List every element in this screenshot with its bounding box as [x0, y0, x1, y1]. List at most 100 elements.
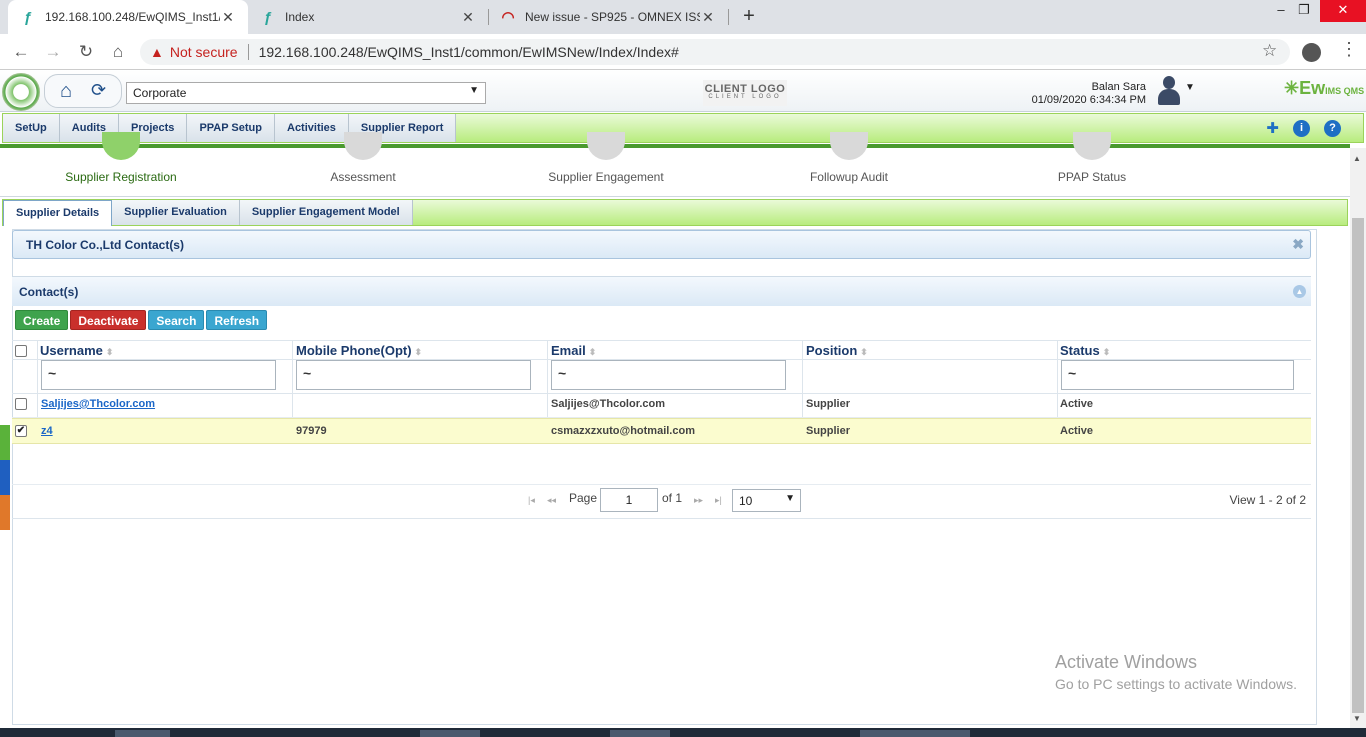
username-filter-input[interactable]: ~ [41, 360, 276, 390]
phone-cell: 97979 [296, 425, 327, 437]
close-icon[interactable]: ✕ [220, 9, 236, 26]
app-header: ⌂ ⟳ Corporate ▼ CLIENT LOGO CLIENT LOGO … [0, 70, 1366, 112]
refresh-icon[interactable]: ⟳ [91, 80, 106, 101]
table-row[interactable]: Saljijes@Thcolor.com Saljijes@Thcolor.co… [12, 392, 1311, 418]
step-icon-assessment[interactable] [344, 132, 382, 160]
row-checkbox[interactable] [15, 398, 27, 410]
step-icon-followup-audit[interactable] [830, 132, 868, 160]
email-cell: Saljijes@Thcolor.com [551, 398, 666, 410]
close-icon[interactable]: ✖ [1292, 236, 1304, 253]
first-page-icon[interactable]: |◂ [528, 495, 535, 506]
home-icon[interactable]: ⌂ [107, 41, 129, 63]
profile-icon[interactable] [1302, 43, 1321, 62]
column-header-email[interactable]: Email ⬍ [551, 343, 596, 358]
avatar[interactable] [1155, 76, 1183, 106]
rows-per-page-select[interactable]: 10 ▼ [732, 489, 801, 512]
tab-supplier-details[interactable]: Supplier Details [3, 200, 113, 226]
vertical-scrollbar[interactable]: ▲ ▼ [1350, 148, 1366, 728]
taskbar-item[interactable] [115, 730, 170, 737]
contacts-title: Contact(s) [19, 285, 79, 299]
taskbar-item[interactable] [420, 730, 480, 737]
url-field[interactable]: ▲ Not secure 192.168.100.248/EwQIMS_Inst… [140, 39, 1290, 65]
scrollbar-thumb[interactable] [1352, 218, 1364, 713]
close-icon[interactable]: ✕ [700, 9, 716, 26]
scroll-up-icon[interactable]: ▲ [1353, 154, 1361, 163]
caret-down-icon[interactable]: ▼ [1185, 82, 1195, 93]
info-icon[interactable]: i [1293, 120, 1310, 137]
step-supplier-registration[interactable]: Supplier Registration [21, 170, 221, 184]
menu-item-activities[interactable]: Activities [275, 114, 349, 142]
url-text: 192.168.100.248/EwQIMS_Inst1/common/EwIM… [258, 44, 679, 60]
activation-watermark-title: Activate Windows [1055, 652, 1198, 672]
browser-tab-2[interactable]: ƒ Index ✕ [248, 0, 488, 34]
close-icon[interactable]: ✕ [460, 9, 476, 26]
tab-separator [728, 9, 729, 25]
security-label[interactable]: Not secure [170, 44, 238, 60]
step-icon-ppap-status[interactable] [1073, 132, 1111, 160]
deactivate-button[interactable]: Deactivate [70, 310, 147, 330]
last-page-icon[interactable]: ▸| [715, 495, 722, 506]
browser-tab-3[interactable]: ◠ New issue - SP925 - OMNEX ISSU ✕ [488, 0, 728, 34]
status-filter-input[interactable]: ~ [1061, 360, 1294, 390]
tab-title: Index [285, 10, 315, 24]
sub-tabs: Supplier Details Supplier Evaluation Sup… [2, 199, 1348, 226]
back-icon[interactable]: ← [10, 41, 32, 63]
column-header-status[interactable]: Status ⬍ [1060, 343, 1110, 358]
next-page-icon[interactable]: ▸▸ [694, 495, 703, 506]
warning-icon: ▲ [150, 44, 164, 60]
menu-tools: ✚ i ? [1266, 120, 1341, 137]
client-logo: CLIENT LOGO CLIENT LOGO [703, 80, 787, 106]
column-label: Mobile Phone(Opt) [296, 343, 412, 358]
menu-kebab-icon[interactable]: ⋮ [1340, 39, 1358, 60]
menu-item-setup[interactable]: SetUp [3, 114, 60, 142]
step-ppap-status[interactable]: PPAP Status [992, 170, 1192, 184]
steps-divider [0, 196, 1350, 197]
page-number-input[interactable]: 1 [600, 488, 658, 512]
tab-title: New issue - SP925 - OMNEX ISSU [525, 10, 700, 24]
column-header-username[interactable]: Username ⬍ [40, 343, 113, 358]
username-link[interactable]: z4 [41, 425, 53, 437]
phone-filter-input[interactable]: ~ [296, 360, 531, 390]
home-icon[interactable]: ⌂ [60, 80, 72, 103]
username-link[interactable]: Saljijes@Thcolor.com [41, 398, 155, 410]
forward-icon[interactable]: → [42, 41, 64, 63]
help-icon[interactable]: ? [1324, 120, 1341, 137]
column-header-position[interactable]: Position ⬍ [806, 343, 868, 358]
tab-supplier-engagement-model[interactable]: Supplier Engagement Model [239, 200, 413, 225]
organization-select[interactable]: Corporate ▼ [126, 82, 486, 104]
menu-underline [0, 144, 1350, 148]
taskbar-item[interactable] [860, 730, 970, 737]
page-label: Page [569, 491, 598, 505]
email-filter-input[interactable]: ~ [551, 360, 786, 390]
tab-supplier-evaluation[interactable]: Supplier Evaluation [112, 200, 240, 225]
select-all-checkbox[interactable] [15, 345, 27, 357]
taskbar-item[interactable] [610, 730, 670, 737]
main-menu: SetUp Audits Projects PPAP Setup Activit… [2, 113, 1364, 143]
pin-icon[interactable]: ✚ [1266, 120, 1279, 137]
collapse-icon[interactable]: ▲ [1293, 285, 1306, 298]
filter-row: ~ ~ ~ ~ [12, 360, 1311, 394]
search-button[interactable]: Search [148, 310, 205, 330]
new-tab-button[interactable]: + [738, 5, 760, 27]
create-button[interactable]: Create [15, 310, 69, 330]
step-followup-audit[interactable]: Followup Audit [749, 170, 949, 184]
close-window-icon[interactable]: ✕ [1320, 0, 1366, 22]
row-checkbox-checked[interactable]: ✔ [15, 425, 27, 437]
prev-page-icon[interactable]: ◂◂ [547, 495, 556, 506]
app-logo-icon[interactable] [2, 73, 40, 111]
table-row[interactable]: ✔ z4 97979 csmazxzxuto@hotmail.com Suppl… [12, 418, 1311, 444]
column-header-mobile-phone[interactable]: Mobile Phone(Opt) ⬍ [296, 343, 422, 358]
menu-item-ppap-setup[interactable]: PPAP Setup [187, 114, 275, 142]
browser-tab-1[interactable]: ƒ 192.168.100.248/EwQIMS_Inst1/c ✕ [8, 0, 248, 34]
refresh-button[interactable]: Refresh [206, 310, 268, 330]
step-icon-supplier-registration[interactable] [102, 132, 140, 160]
step-icon-supplier-engagement[interactable] [587, 132, 625, 160]
scroll-down-icon[interactable]: ▼ [1353, 714, 1361, 723]
step-supplier-engagement[interactable]: Supplier Engagement [506, 170, 706, 184]
bookmark-star-icon[interactable]: ☆ [1262, 41, 1277, 61]
records-summary: View 1 - 2 of 2 [1229, 493, 1307, 507]
sort-icon: ⬍ [860, 347, 868, 357]
step-assessment[interactable]: Assessment [263, 170, 463, 184]
reload-icon[interactable]: ↻ [75, 41, 97, 63]
current-datetime: 01/09/2020 6:34:34 PM [1031, 94, 1146, 106]
